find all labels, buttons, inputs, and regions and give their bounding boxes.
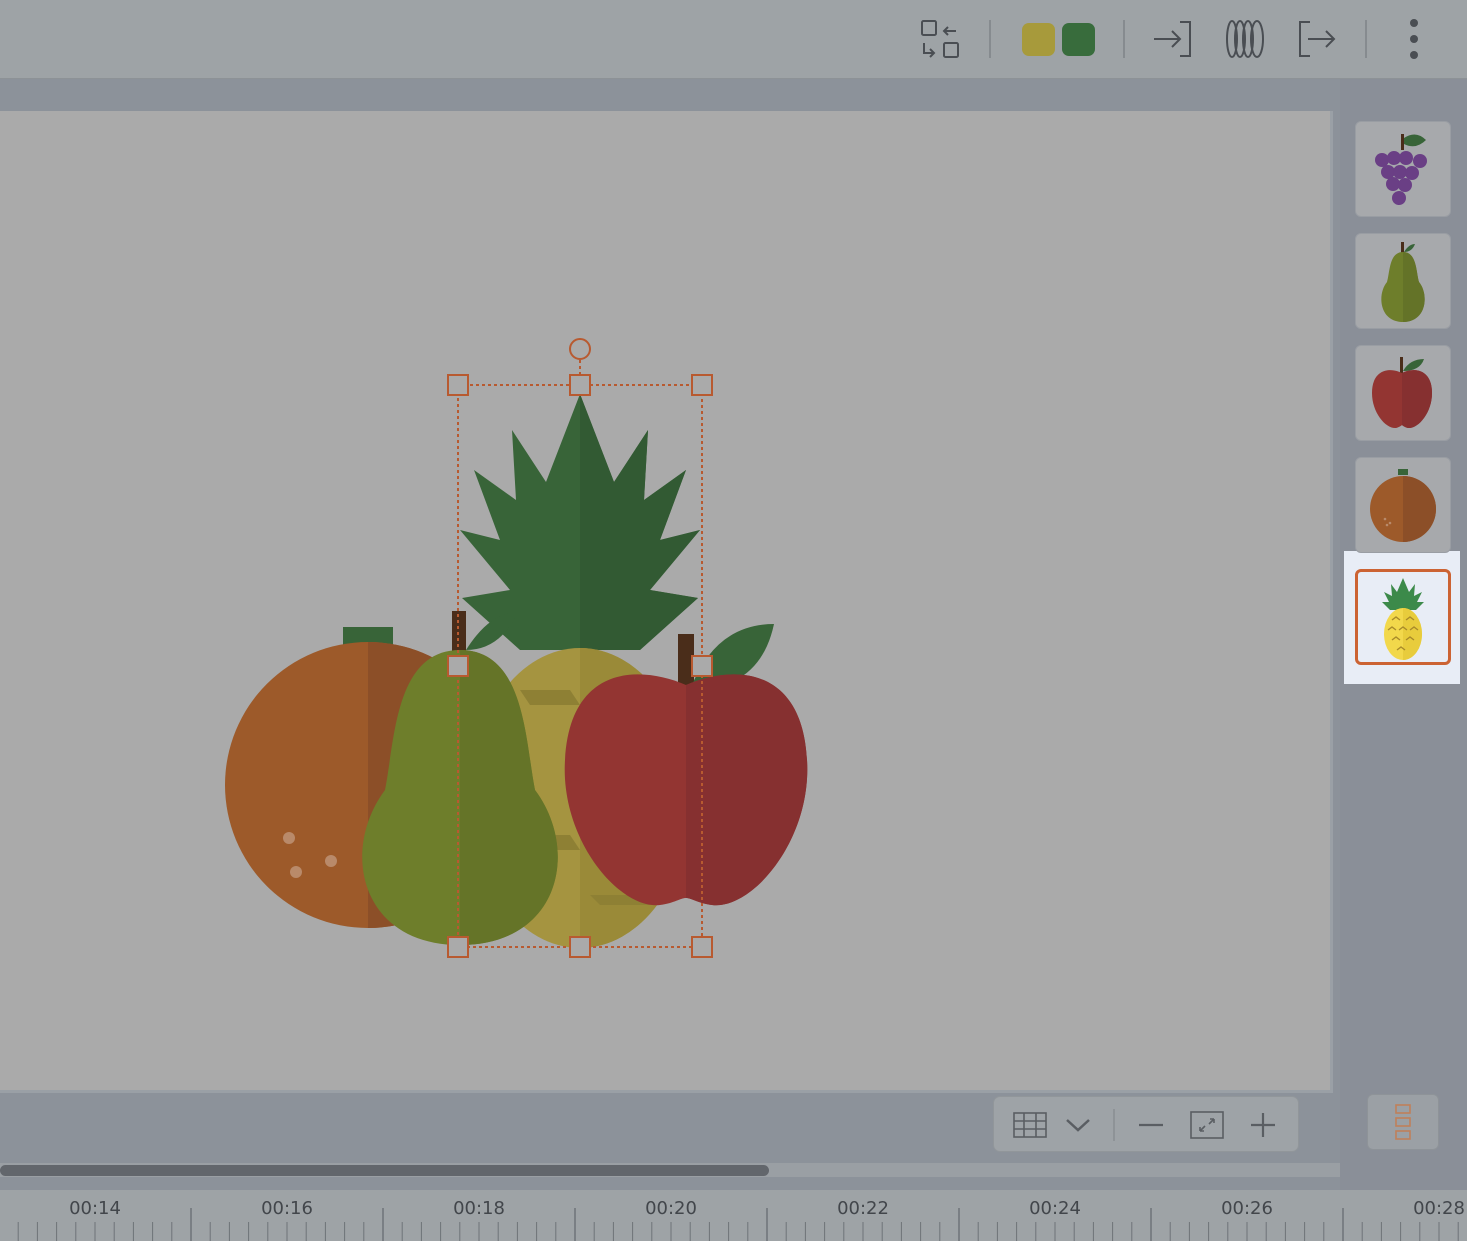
zoom-in-button[interactable]	[1243, 1105, 1283, 1145]
grid-icon	[1013, 1112, 1047, 1138]
timeline-ruler[interactable]: 00:14 00:16 00:18 00:20 00:22 00:24 00:2…	[0, 1190, 1467, 1241]
timeline-label: 00:14	[69, 1198, 121, 1219]
motion-effect-icon	[1226, 20, 1264, 58]
resize-handle-top-right[interactable]	[691, 374, 713, 396]
timeline-label: 00:18	[453, 1198, 505, 1219]
orange-icon	[1370, 469, 1436, 542]
thumbnail-pear[interactable]	[1355, 233, 1451, 329]
apple-icon	[1372, 357, 1432, 429]
resize-handle-top[interactable]	[569, 374, 591, 396]
enter-animation-button[interactable]	[1148, 14, 1198, 64]
color-swatch-green[interactable]	[1062, 23, 1095, 56]
thumbnail-orange[interactable]	[1355, 457, 1451, 553]
zoom-controls	[993, 1096, 1299, 1152]
resize-handle-left[interactable]	[447, 655, 469, 677]
resize-handle-bottom[interactable]	[569, 936, 591, 958]
grid-toggle-button[interactable]	[1010, 1105, 1050, 1145]
toolbar-divider	[1123, 20, 1125, 58]
grid-options-dropdown[interactable]	[1058, 1105, 1098, 1145]
pear-icon	[1381, 242, 1425, 322]
timeline-label: 00:28	[1413, 1198, 1465, 1219]
horizontal-scrollbar-thumb[interactable]	[0, 1165, 769, 1176]
enter-animation-icon	[1154, 21, 1191, 57]
toolbar-divider	[1365, 20, 1367, 58]
panel-layout-button[interactable]	[1367, 1094, 1439, 1150]
pineapple-icon	[1382, 578, 1424, 660]
more-options-button[interactable]	[1396, 14, 1432, 64]
timeline-label: 00:22	[837, 1198, 889, 1219]
swap-position-button[interactable]	[914, 14, 966, 64]
zoom-out-icon	[1139, 1123, 1163, 1127]
chevron-down-icon	[1066, 1119, 1090, 1132]
zoom-divider	[1113, 1109, 1115, 1141]
timeline-label: 00:24	[1029, 1198, 1081, 1219]
editor-band	[0, 79, 1340, 111]
zoom-out-button[interactable]	[1131, 1105, 1171, 1145]
timeline-label: 00:20	[645, 1198, 697, 1219]
thumbnail-grapes[interactable]	[1355, 121, 1451, 217]
grapes-icon	[1375, 134, 1427, 205]
thumbnail-panel	[1340, 79, 1467, 1191]
timeline-label: 00:26	[1221, 1198, 1273, 1219]
exit-animation-button[interactable]	[1292, 14, 1342, 64]
top-toolbar	[0, 0, 1467, 79]
color-swatch-olive[interactable]	[1022, 23, 1055, 56]
zoom-in-icon	[1251, 1113, 1275, 1137]
motion-effect-button[interactable]	[1220, 14, 1270, 64]
layout-stack-icon	[1395, 1104, 1411, 1140]
slide-canvas[interactable]	[0, 111, 1333, 1093]
more-options-icon	[1410, 19, 1418, 59]
resize-handle-top-left[interactable]	[447, 374, 469, 396]
exit-animation-icon	[1299, 21, 1336, 57]
toolbar-divider	[989, 20, 991, 58]
thumbnail-pineapple[interactable]	[1355, 569, 1451, 665]
resize-handle-bottom-left[interactable]	[447, 936, 469, 958]
resize-handle-right[interactable]	[691, 655, 713, 677]
thumbnail-apple[interactable]	[1355, 345, 1451, 441]
timeline-label: 00:16	[261, 1198, 313, 1219]
resize-handle-bottom-right[interactable]	[691, 936, 713, 958]
fit-to-screen-button[interactable]	[1187, 1105, 1227, 1145]
swap-position-icon	[921, 20, 959, 58]
rotate-handle[interactable]	[569, 338, 591, 360]
fit-screen-icon	[1190, 1111, 1224, 1139]
